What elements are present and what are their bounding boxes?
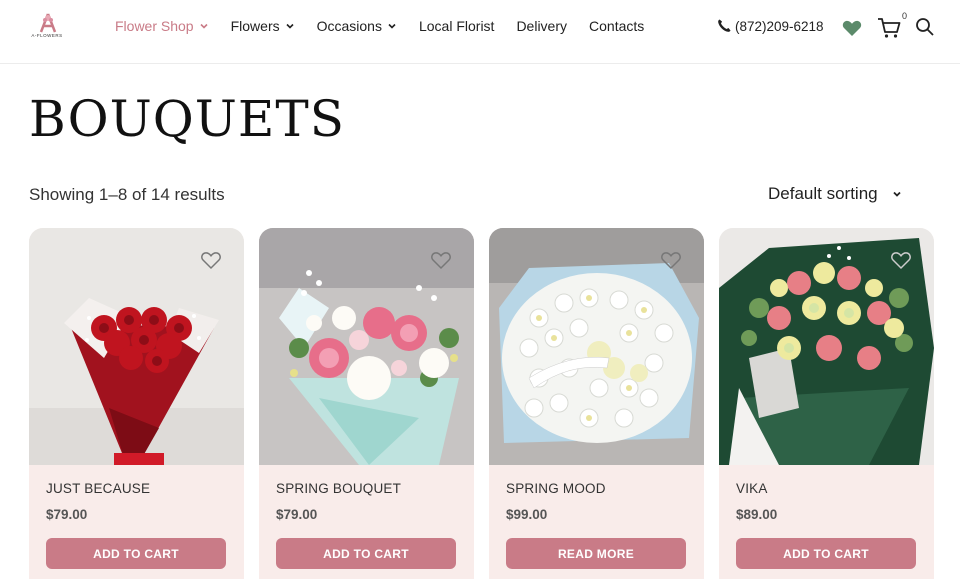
add-to-cart-button[interactable]: ADD TO CART	[46, 538, 226, 569]
nav-item-occasions[interactable]: Occasions	[317, 18, 397, 34]
product-name[interactable]: SPRING MOOD	[506, 481, 606, 496]
sorting-select[interactable]: Default sorting	[768, 184, 902, 204]
product-card: VIKA $89.00 ADD TO CART	[719, 228, 934, 579]
main-nav: Flower Shop Flowers Occasions Local Flor…	[115, 18, 666, 34]
cart-count-badge: 0	[902, 11, 908, 21]
page-title: BOUQUETS	[29, 90, 346, 148]
wishlist-heart-icon[interactable]	[430, 250, 452, 270]
product-price: $79.00	[276, 507, 318, 522]
phone-icon	[718, 19, 731, 32]
product-card: SPRING MOOD $99.00 READ MORE	[489, 228, 704, 579]
product-image[interactable]	[489, 228, 704, 465]
search-icon[interactable]	[915, 17, 935, 37]
product-image[interactable]	[719, 228, 934, 465]
heart-icon[interactable]	[842, 19, 862, 37]
product-image[interactable]	[29, 228, 244, 465]
cart-icon[interactable]	[877, 17, 901, 39]
result-count: Showing 1–8 of 14 results	[29, 185, 225, 204]
chevron-down-icon	[388, 23, 396, 29]
nav-item-label: Local Florist	[418, 18, 495, 34]
product-price: $79.00	[46, 507, 88, 522]
product-grid: JUST BECAUSE $79.00 ADD TO CART SPRING B…	[29, 228, 934, 579]
wishlist-heart-icon[interactable]	[890, 250, 912, 270]
chevron-down-icon	[200, 23, 208, 29]
phone-number: (872)209-6218	[735, 18, 824, 34]
product-price: $99.00	[506, 507, 548, 522]
product-card: JUST BECAUSE $79.00 ADD TO CART	[29, 228, 244, 579]
product-name[interactable]: JUST BECAUSE	[46, 481, 150, 496]
sorting-label: Default sorting	[768, 184, 878, 203]
nav-item-label: Contacts	[589, 18, 645, 34]
nav-item-label: Delivery	[516, 18, 568, 34]
chevron-down-icon	[892, 191, 901, 197]
nav-item-flower-shop[interactable]: Flower Shop	[115, 18, 209, 34]
wishlist-heart-icon[interactable]	[660, 250, 682, 270]
chevron-down-icon	[286, 23, 294, 29]
read-more-button[interactable]: READ MORE	[506, 538, 686, 569]
site-header: A-FLOWERS Flower Shop Flowers Occasions …	[0, 0, 960, 64]
phone-link[interactable]: (872)209-6218	[716, 18, 824, 34]
nav-item-flowers[interactable]: Flowers	[231, 18, 295, 34]
nav-item-contacts[interactable]: Contacts	[589, 18, 644, 34]
logo-text: A-FLOWERS	[31, 33, 63, 38]
product-name[interactable]: VIKA	[736, 481, 768, 496]
product-name[interactable]: SPRING BOUQUET	[276, 481, 401, 496]
nav-item-label: Flower Shop	[115, 18, 194, 34]
product-card: SPRING BOUQUET $79.00 ADD TO CART	[259, 228, 474, 579]
nav-item-delivery[interactable]: Delivery	[516, 18, 567, 34]
add-to-cart-button[interactable]: ADD TO CART	[736, 538, 916, 569]
add-to-cart-button[interactable]: ADD TO CART	[276, 538, 456, 569]
nav-item-label: Flowers	[230, 18, 280, 34]
product-price: $89.00	[736, 507, 778, 522]
nav-item-local-florist[interactable]: Local Florist	[419, 18, 494, 34]
product-image[interactable]	[259, 228, 474, 465]
nav-item-label: Occasions	[316, 18, 382, 34]
wishlist-heart-icon[interactable]	[200, 250, 222, 270]
